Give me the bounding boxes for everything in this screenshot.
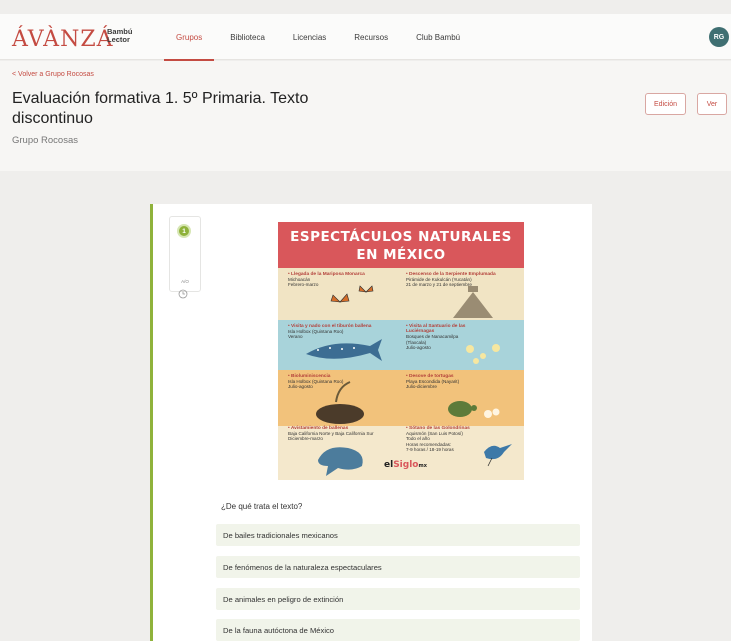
clock-icon [178, 286, 188, 304]
sub-brand: Bambú Lector [107, 28, 132, 44]
top-header: ÁVÀNZÁ Bambú Lector Grupos Biblioteca Li… [0, 14, 731, 61]
bird-icon [484, 444, 512, 467]
infographic-item: • Sótano de las Golondrinas Aquismón (San… [406, 426, 470, 452]
infographic-item: • Descenso de la Serpiente Emplumada Pirá… [406, 272, 496, 288]
page-title: Evaluación formativa 1. 5º Primaria. Tex… [12, 90, 309, 127]
infographic-item: • Avistamiento de ballenas Baja Californi… [288, 426, 374, 442]
nav-recursos[interactable]: Recursos [340, 14, 402, 60]
answer-option[interactable]: De la fauna autóctona de México [216, 619, 580, 641]
el-siglo-logo: elSiglomx [384, 460, 427, 470]
whale-shark-icon [306, 339, 382, 361]
infographic-image: ESPECTÁCULOS NATURALES EN MÉXICO • Llega… [278, 222, 524, 480]
main-nav: Grupos Biblioteca Licencias Recursos Clu… [162, 14, 474, 61]
infographic-item: • Desove de tortugas Playa Escondida (Nay… [406, 374, 460, 390]
page-header: < Volver a Grupo Rocosas Evaluación form… [0, 61, 731, 171]
brand-logo[interactable]: ÁVÀNZÁ [12, 27, 114, 52]
question-badge: 1 A/O [169, 216, 201, 292]
nav-licencias[interactable]: Licencias [279, 14, 340, 60]
back-link[interactable]: < Volver a Grupo Rocosas [12, 71, 94, 78]
view-button[interactable]: Ver [697, 93, 727, 115]
group-name: Grupo Rocosas [12, 135, 79, 146]
edit-button[interactable]: Edición [645, 93, 686, 115]
question-number[interactable]: 1 [177, 224, 191, 238]
answer-option[interactable]: De animales en peligro de extinción [216, 588, 580, 610]
butterfly-icon [330, 285, 374, 303]
avatar[interactable]: RG [709, 27, 729, 47]
infographic-item: • Visita al Santuario de las Luciérnagas… [406, 324, 466, 350]
nav-club-bambu[interactable]: Club Bambú [402, 14, 474, 60]
answer-option[interactable]: De fenómenos de la naturaleza espectacul… [216, 556, 580, 578]
turtle-icon [448, 401, 500, 418]
infographic-item: • Llegada de la Mariposa Monarca Michoacá… [288, 272, 365, 288]
question-card: 1 A/O ESPECTÁCULOS NATURALES EN MÉXICO •… [150, 204, 592, 641]
answer-option[interactable]: De bailes tradicionales mexicanos [216, 524, 580, 546]
sub-brand-line2: Lector [107, 35, 130, 44]
infographic-item: • Bioluminiscencia Isla Holbox (Quintana … [288, 374, 344, 390]
question-type: A/O [181, 279, 189, 284]
whale-icon [318, 447, 363, 476]
nav-grupos[interactable]: Grupos [162, 14, 216, 61]
pyramid-icon [453, 286, 493, 318]
nav-biblioteca[interactable]: Biblioteca [216, 14, 279, 60]
infographic-item: • Visita y nado con el tiburón ballena Is… [288, 324, 372, 340]
question-text: ¿De qué trata el texto? [221, 502, 303, 511]
